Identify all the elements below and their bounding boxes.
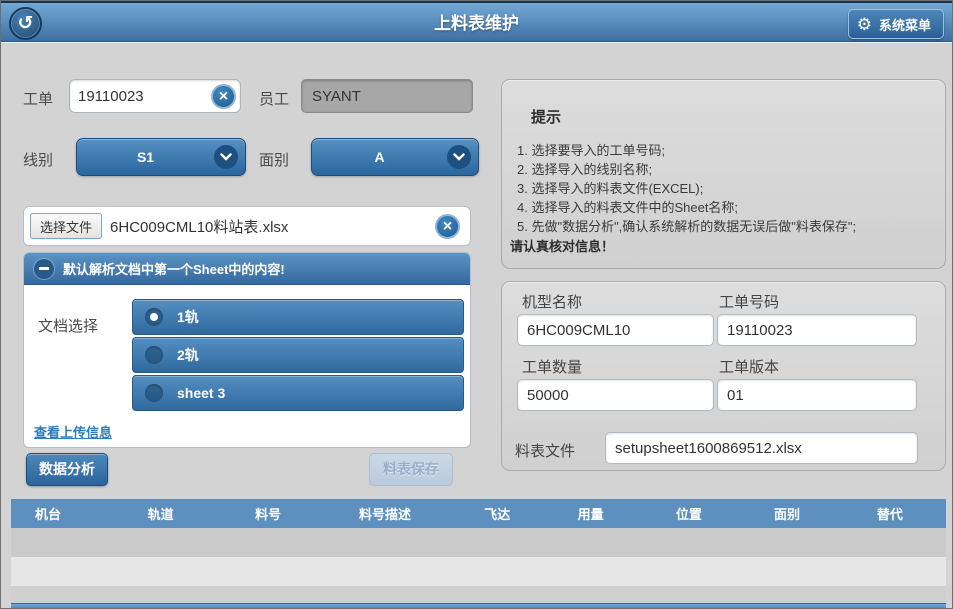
- order-qty-input[interactable]: [517, 379, 714, 411]
- sheet-option-label: 1轨: [177, 307, 199, 327]
- order-details-box: 机型名称 工单号码 工单数量 工单版本 料表文件: [501, 281, 946, 471]
- order-no-input[interactable]: [717, 314, 917, 346]
- top-bar: ↺ 上料表维护 ⚙ 系统菜单: [1, 1, 952, 42]
- col-part-desc: 料号描述: [320, 504, 451, 523]
- hint-item: 1. 选择要导入的工单号码;: [517, 140, 665, 159]
- col-position: 位置: [637, 504, 740, 523]
- line-dropdown[interactable]: S1: [76, 138, 246, 176]
- table-header-row: 机台 轨道 料号 料号描述 飞达 用量 位置 面别 替代: [11, 499, 946, 528]
- order-qty-label: 工单数量: [522, 356, 582, 377]
- material-table-maintenance-window: ↺ 上料表维护 ⚙ 系统菜单 工单 × 员工 线别 S1 面别 A 选择文件 6…: [0, 0, 953, 609]
- col-side: 面别: [740, 504, 834, 523]
- hint-item: 5. 先做"数据分析",确认系统解析的数据无误后做"料表保存";: [517, 216, 856, 235]
- side-dropdown-value: A: [312, 149, 447, 165]
- hints-box: 提示 1. 选择要导入的工单号码; 2. 选择导入的线别名称; 3. 选择导入的…: [501, 79, 946, 269]
- page-title: 上料表维护: [1, 3, 952, 44]
- col-feeder: 飞达: [450, 504, 544, 523]
- table-row: [11, 528, 946, 557]
- col-part-no: 料号: [217, 504, 320, 523]
- order-no-label: 工单号码: [719, 291, 779, 312]
- hints-title: 提示: [531, 106, 561, 127]
- sheet-option-0[interactable]: 1轨: [132, 299, 464, 335]
- sheet-select-panel: 默认解析文档中第一个Sheet中的内容! 文档选择 1轨 2轨 sheet 3 …: [23, 252, 471, 448]
- employee-field-wrap: [301, 79, 473, 113]
- save-table-button[interactable]: 料表保存: [369, 453, 453, 486]
- chevron-down-icon: [214, 145, 238, 169]
- work-order-input[interactable]: [70, 88, 211, 105]
- order-version-input[interactable]: [717, 379, 917, 411]
- sheet-option-label: sheet 3: [177, 385, 225, 401]
- model-name-input[interactable]: [517, 314, 714, 346]
- system-menu-label: 系统菜单: [879, 15, 931, 34]
- sheet-panel-header-text: 默认解析文档中第一个Sheet中的内容!: [63, 259, 285, 278]
- gear-icon: ⚙: [857, 16, 872, 33]
- collapse-minus-icon[interactable]: [34, 259, 54, 279]
- sheet-file-input[interactable]: [605, 432, 918, 464]
- col-substitute: 替代: [834, 504, 946, 523]
- selected-file-name: 6HC009CML10料站表.xlsx: [102, 216, 435, 237]
- sheet-option-1[interactable]: 2轨: [132, 337, 464, 373]
- work-order-label: 工单: [23, 88, 53, 109]
- radio-icon: [145, 308, 163, 326]
- view-upload-info-link[interactable]: 查看上传信息: [34, 422, 112, 441]
- sheet-file-label: 料表文件: [515, 440, 575, 461]
- line-label: 线别: [23, 149, 53, 170]
- doc-select-label: 文档选择: [38, 315, 98, 336]
- clear-file-icon[interactable]: ×: [435, 214, 460, 239]
- model-name-label: 机型名称: [522, 291, 582, 312]
- side-label: 面别: [259, 149, 289, 170]
- table-row: [11, 557, 946, 586]
- system-menu-button[interactable]: ⚙ 系统菜单: [848, 9, 944, 39]
- horizontal-scrollbar[interactable]: [11, 603, 946, 609]
- clear-work-order-icon[interactable]: ×: [211, 84, 236, 109]
- side-dropdown[interactable]: A: [311, 138, 479, 176]
- radio-icon: [145, 346, 163, 364]
- chevron-down-icon: [447, 145, 471, 169]
- sheet-option-2[interactable]: sheet 3: [132, 375, 464, 411]
- hint-item: 2. 选择导入的线别名称;: [517, 159, 652, 178]
- sheet-radio-group: 1轨 2轨 sheet 3: [132, 299, 464, 413]
- employee-input: [302, 80, 472, 112]
- hint-item: 4. 选择导入的料表文件中的Sheet名称;: [517, 197, 738, 216]
- data-analyze-button[interactable]: 数据分析: [26, 453, 108, 486]
- file-select-box: 选择文件 6HC009CML10料站表.xlsx ×: [23, 206, 471, 246]
- hint-item: 3. 选择导入的料表文件(EXCEL);: [517, 178, 703, 197]
- choose-file-button[interactable]: 选择文件: [30, 213, 102, 239]
- col-machine: 机台: [11, 504, 105, 523]
- col-track: 轨道: [105, 504, 217, 523]
- col-usage: 用量: [544, 504, 638, 523]
- hints-footer: 请认真核对信息！: [510, 236, 614, 255]
- table-row: [11, 586, 946, 603]
- work-order-field-wrap: ×: [69, 79, 241, 113]
- sheet-option-label: 2轨: [177, 345, 199, 365]
- material-table: 机台 轨道 料号 料号描述 飞达 用量 位置 面别 替代: [11, 499, 946, 609]
- order-version-label: 工单版本: [719, 356, 779, 377]
- radio-icon: [145, 384, 163, 402]
- sheet-panel-header[interactable]: 默认解析文档中第一个Sheet中的内容!: [24, 253, 470, 285]
- employee-label: 员工: [259, 88, 289, 109]
- line-dropdown-value: S1: [77, 149, 214, 165]
